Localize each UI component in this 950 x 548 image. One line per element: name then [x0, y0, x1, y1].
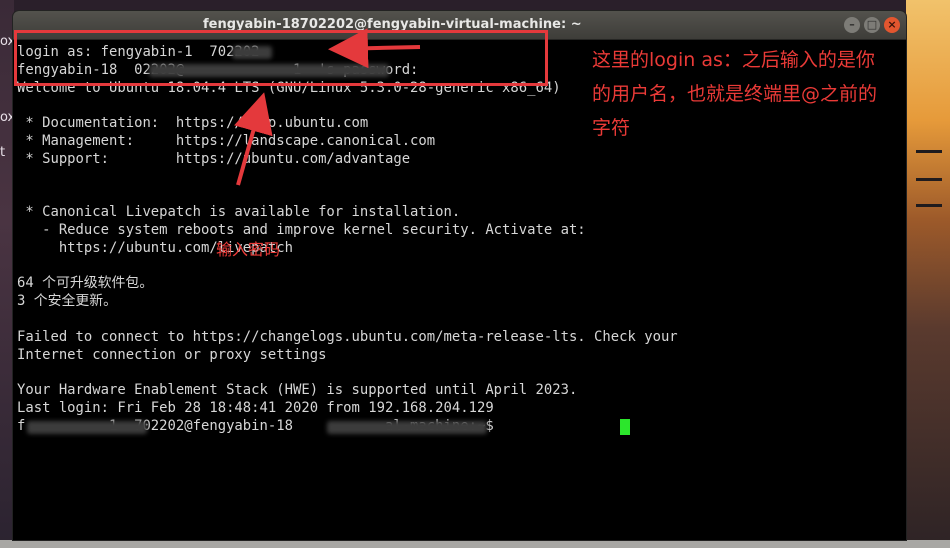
annotation-arrows — [234, 28, 421, 186]
arrow-to-login — [328, 28, 421, 69]
arrow-to-password — [234, 92, 273, 186]
